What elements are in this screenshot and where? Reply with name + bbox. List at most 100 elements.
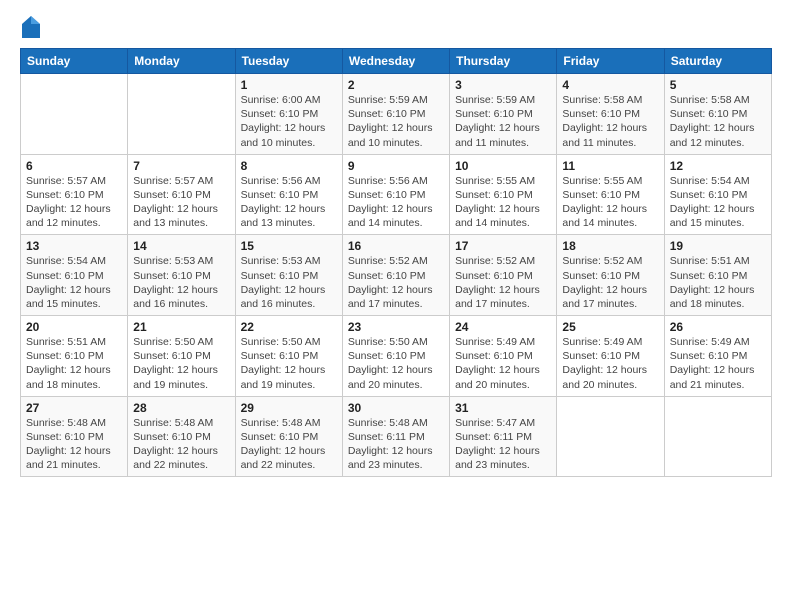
day-info: Sunrise: 5:56 AMSunset: 6:10 PMDaylight:… bbox=[348, 174, 444, 231]
calendar-cell: 19Sunrise: 5:51 AMSunset: 6:10 PMDayligh… bbox=[664, 235, 771, 316]
day-info: Sunrise: 5:52 AMSunset: 6:10 PMDaylight:… bbox=[562, 254, 658, 311]
calendar-cell: 14Sunrise: 5:53 AMSunset: 6:10 PMDayligh… bbox=[128, 235, 235, 316]
day-number: 17 bbox=[455, 239, 551, 253]
day-info: Sunrise: 5:49 AMSunset: 6:10 PMDaylight:… bbox=[455, 335, 551, 392]
calendar-cell: 16Sunrise: 5:52 AMSunset: 6:10 PMDayligh… bbox=[342, 235, 449, 316]
day-number: 15 bbox=[241, 239, 337, 253]
calendar-cell bbox=[21, 74, 128, 155]
calendar-week-5: 27Sunrise: 5:48 AMSunset: 6:10 PMDayligh… bbox=[21, 396, 772, 477]
day-number: 9 bbox=[348, 159, 444, 173]
calendar-cell: 9Sunrise: 5:56 AMSunset: 6:10 PMDaylight… bbox=[342, 154, 449, 235]
day-info: Sunrise: 5:50 AMSunset: 6:10 PMDaylight:… bbox=[133, 335, 229, 392]
calendar-cell: 30Sunrise: 5:48 AMSunset: 6:11 PMDayligh… bbox=[342, 396, 449, 477]
calendar-week-3: 13Sunrise: 5:54 AMSunset: 6:10 PMDayligh… bbox=[21, 235, 772, 316]
day-number: 5 bbox=[670, 78, 766, 92]
calendar-cell bbox=[128, 74, 235, 155]
day-info: Sunrise: 5:52 AMSunset: 6:10 PMDaylight:… bbox=[455, 254, 551, 311]
day-number: 10 bbox=[455, 159, 551, 173]
calendar-cell: 15Sunrise: 5:53 AMSunset: 6:10 PMDayligh… bbox=[235, 235, 342, 316]
calendar-header-row: SundayMondayTuesdayWednesdayThursdayFrid… bbox=[21, 49, 772, 74]
day-info: Sunrise: 5:50 AMSunset: 6:10 PMDaylight:… bbox=[348, 335, 444, 392]
logo bbox=[20, 16, 40, 38]
day-number: 20 bbox=[26, 320, 122, 334]
calendar-cell: 2Sunrise: 5:59 AMSunset: 6:10 PMDaylight… bbox=[342, 74, 449, 155]
calendar-cell bbox=[664, 396, 771, 477]
calendar-cell: 17Sunrise: 5:52 AMSunset: 6:10 PMDayligh… bbox=[450, 235, 557, 316]
calendar-cell: 20Sunrise: 5:51 AMSunset: 6:10 PMDayligh… bbox=[21, 316, 128, 397]
calendar-cell: 3Sunrise: 5:59 AMSunset: 6:10 PMDaylight… bbox=[450, 74, 557, 155]
calendar-cell: 5Sunrise: 5:58 AMSunset: 6:10 PMDaylight… bbox=[664, 74, 771, 155]
day-info: Sunrise: 5:48 AMSunset: 6:10 PMDaylight:… bbox=[26, 416, 122, 473]
page-container: SundayMondayTuesdayWednesdayThursdayFrid… bbox=[0, 0, 792, 487]
day-info: Sunrise: 5:49 AMSunset: 6:10 PMDaylight:… bbox=[670, 335, 766, 392]
day-info: Sunrise: 5:55 AMSunset: 6:10 PMDaylight:… bbox=[455, 174, 551, 231]
day-info: Sunrise: 5:54 AMSunset: 6:10 PMDaylight:… bbox=[670, 174, 766, 231]
day-number: 8 bbox=[241, 159, 337, 173]
day-number: 11 bbox=[562, 159, 658, 173]
calendar-cell: 6Sunrise: 5:57 AMSunset: 6:10 PMDaylight… bbox=[21, 154, 128, 235]
day-number: 12 bbox=[670, 159, 766, 173]
day-info: Sunrise: 5:59 AMSunset: 6:10 PMDaylight:… bbox=[455, 93, 551, 150]
day-info: Sunrise: 5:51 AMSunset: 6:10 PMDaylight:… bbox=[670, 254, 766, 311]
day-info: Sunrise: 5:54 AMSunset: 6:10 PMDaylight:… bbox=[26, 254, 122, 311]
day-number: 7 bbox=[133, 159, 229, 173]
day-number: 3 bbox=[455, 78, 551, 92]
day-info: Sunrise: 5:47 AMSunset: 6:11 PMDaylight:… bbox=[455, 416, 551, 473]
day-info: Sunrise: 5:48 AMSunset: 6:11 PMDaylight:… bbox=[348, 416, 444, 473]
calendar-cell bbox=[557, 396, 664, 477]
day-info: Sunrise: 5:53 AMSunset: 6:10 PMDaylight:… bbox=[133, 254, 229, 311]
day-number: 19 bbox=[670, 239, 766, 253]
calendar-cell: 25Sunrise: 5:49 AMSunset: 6:10 PMDayligh… bbox=[557, 316, 664, 397]
day-info: Sunrise: 5:58 AMSunset: 6:10 PMDaylight:… bbox=[670, 93, 766, 150]
calendar-week-1: 1Sunrise: 6:00 AMSunset: 6:10 PMDaylight… bbox=[21, 74, 772, 155]
calendar-table: SundayMondayTuesdayWednesdayThursdayFrid… bbox=[20, 48, 772, 477]
day-info: Sunrise: 5:48 AMSunset: 6:10 PMDaylight:… bbox=[133, 416, 229, 473]
day-info: Sunrise: 5:56 AMSunset: 6:10 PMDaylight:… bbox=[241, 174, 337, 231]
calendar-cell: 11Sunrise: 5:55 AMSunset: 6:10 PMDayligh… bbox=[557, 154, 664, 235]
day-number: 26 bbox=[670, 320, 766, 334]
day-info: Sunrise: 5:58 AMSunset: 6:10 PMDaylight:… bbox=[562, 93, 658, 150]
calendar-cell: 26Sunrise: 5:49 AMSunset: 6:10 PMDayligh… bbox=[664, 316, 771, 397]
day-number: 23 bbox=[348, 320, 444, 334]
calendar-cell: 29Sunrise: 5:48 AMSunset: 6:10 PMDayligh… bbox=[235, 396, 342, 477]
logo-icon bbox=[22, 16, 40, 38]
calendar-cell: 18Sunrise: 5:52 AMSunset: 6:10 PMDayligh… bbox=[557, 235, 664, 316]
day-info: Sunrise: 6:00 AMSunset: 6:10 PMDaylight:… bbox=[241, 93, 337, 150]
day-number: 27 bbox=[26, 401, 122, 415]
calendar-cell: 10Sunrise: 5:55 AMSunset: 6:10 PMDayligh… bbox=[450, 154, 557, 235]
calendar-cell: 27Sunrise: 5:48 AMSunset: 6:10 PMDayligh… bbox=[21, 396, 128, 477]
day-number: 29 bbox=[241, 401, 337, 415]
day-number: 16 bbox=[348, 239, 444, 253]
calendar-cell: 1Sunrise: 6:00 AMSunset: 6:10 PMDaylight… bbox=[235, 74, 342, 155]
day-info: Sunrise: 5:57 AMSunset: 6:10 PMDaylight:… bbox=[133, 174, 229, 231]
day-info: Sunrise: 5:53 AMSunset: 6:10 PMDaylight:… bbox=[241, 254, 337, 311]
day-info: Sunrise: 5:52 AMSunset: 6:10 PMDaylight:… bbox=[348, 254, 444, 311]
page-header bbox=[20, 16, 772, 38]
calendar-cell: 4Sunrise: 5:58 AMSunset: 6:10 PMDaylight… bbox=[557, 74, 664, 155]
day-info: Sunrise: 5:59 AMSunset: 6:10 PMDaylight:… bbox=[348, 93, 444, 150]
day-info: Sunrise: 5:49 AMSunset: 6:10 PMDaylight:… bbox=[562, 335, 658, 392]
calendar-cell: 13Sunrise: 5:54 AMSunset: 6:10 PMDayligh… bbox=[21, 235, 128, 316]
day-info: Sunrise: 5:57 AMSunset: 6:10 PMDaylight:… bbox=[26, 174, 122, 231]
day-header-wednesday: Wednesday bbox=[342, 49, 449, 74]
calendar-week-4: 20Sunrise: 5:51 AMSunset: 6:10 PMDayligh… bbox=[21, 316, 772, 397]
day-number: 18 bbox=[562, 239, 658, 253]
day-info: Sunrise: 5:51 AMSunset: 6:10 PMDaylight:… bbox=[26, 335, 122, 392]
day-number: 24 bbox=[455, 320, 551, 334]
day-number: 21 bbox=[133, 320, 229, 334]
day-info: Sunrise: 5:50 AMSunset: 6:10 PMDaylight:… bbox=[241, 335, 337, 392]
calendar-cell: 7Sunrise: 5:57 AMSunset: 6:10 PMDaylight… bbox=[128, 154, 235, 235]
calendar-cell: 8Sunrise: 5:56 AMSunset: 6:10 PMDaylight… bbox=[235, 154, 342, 235]
day-header-friday: Friday bbox=[557, 49, 664, 74]
day-header-thursday: Thursday bbox=[450, 49, 557, 74]
day-number: 1 bbox=[241, 78, 337, 92]
day-number: 28 bbox=[133, 401, 229, 415]
day-number: 2 bbox=[348, 78, 444, 92]
day-number: 14 bbox=[133, 239, 229, 253]
day-number: 31 bbox=[455, 401, 551, 415]
calendar-cell: 12Sunrise: 5:54 AMSunset: 6:10 PMDayligh… bbox=[664, 154, 771, 235]
day-info: Sunrise: 5:48 AMSunset: 6:10 PMDaylight:… bbox=[241, 416, 337, 473]
day-number: 4 bbox=[562, 78, 658, 92]
calendar-cell: 28Sunrise: 5:48 AMSunset: 6:10 PMDayligh… bbox=[128, 396, 235, 477]
calendar-cell: 24Sunrise: 5:49 AMSunset: 6:10 PMDayligh… bbox=[450, 316, 557, 397]
